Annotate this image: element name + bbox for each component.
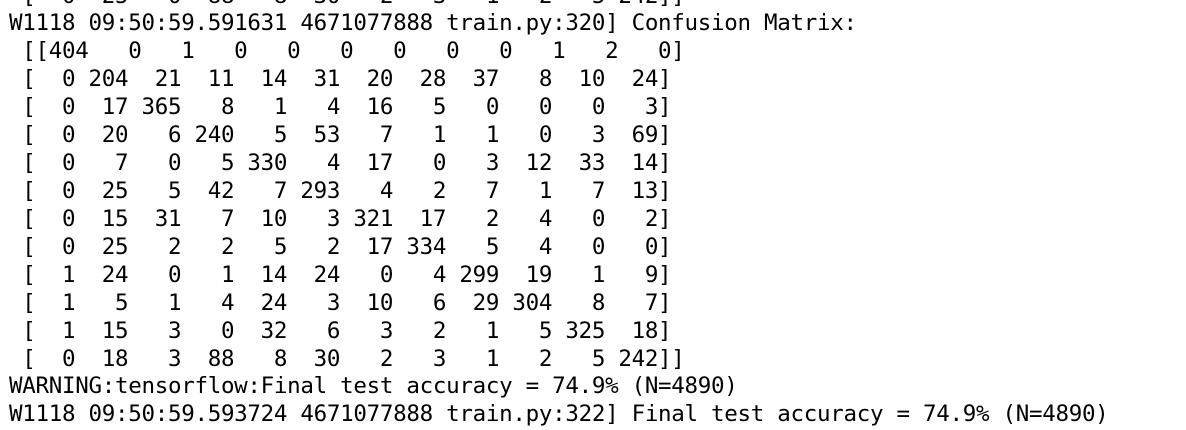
terminal-line-log-accuracy: W1118 09:50:59.593724 4671077888 train.p… xyxy=(9,401,1109,427)
terminal-line-log-header: W1118 09:50:59.591631 4671077888 train.p… xyxy=(9,10,857,36)
matrix-row: [[404 0 1 0 0 0 0 0 0 1 2 0] xyxy=(9,38,685,64)
matrix-row: [ 1 24 0 1 14 24 0 4 299 19 1 9] xyxy=(9,262,672,288)
matrix-row: [ 0 18 3 88 8 30 2 3 1 2 5 242]] xyxy=(9,346,685,372)
matrix-row: [ 1 15 3 0 32 6 3 2 1 5 325 18] xyxy=(9,318,672,344)
terminal-line-warning: WARNING:tensorflow:Final test accuracy =… xyxy=(9,373,738,399)
matrix-row: [ 1 5 1 4 24 3 10 6 29 304 8 7] xyxy=(9,290,672,316)
matrix-row: [ 0 204 21 11 14 31 20 28 37 8 10 24] xyxy=(9,66,672,92)
matrix-row: [ 0 20 6 240 5 53 7 1 1 0 3 69] xyxy=(9,122,672,148)
matrix-row: [ 0 7 0 5 330 4 17 0 3 12 33 14] xyxy=(9,150,672,176)
matrix-row: [ 0 15 31 7 10 3 321 17 2 4 0 2] xyxy=(9,206,672,232)
matrix-row: [ 0 17 365 8 1 4 16 5 0 0 0 3] xyxy=(9,94,672,120)
terminal-output: [ 0 25 0 88 8 30 2 3 1 2 5 242]] W1118 0… xyxy=(0,0,1186,430)
matrix-row: [ 0 25 2 2 5 2 17 334 5 4 0 0] xyxy=(9,234,672,260)
matrix-row: [ 0 25 5 42 7 293 4 2 7 1 7 13] xyxy=(9,178,672,204)
terminal-line-partial-previous-row: [ 0 25 0 88 8 30 2 3 1 2 5 242]] xyxy=(9,0,685,9)
